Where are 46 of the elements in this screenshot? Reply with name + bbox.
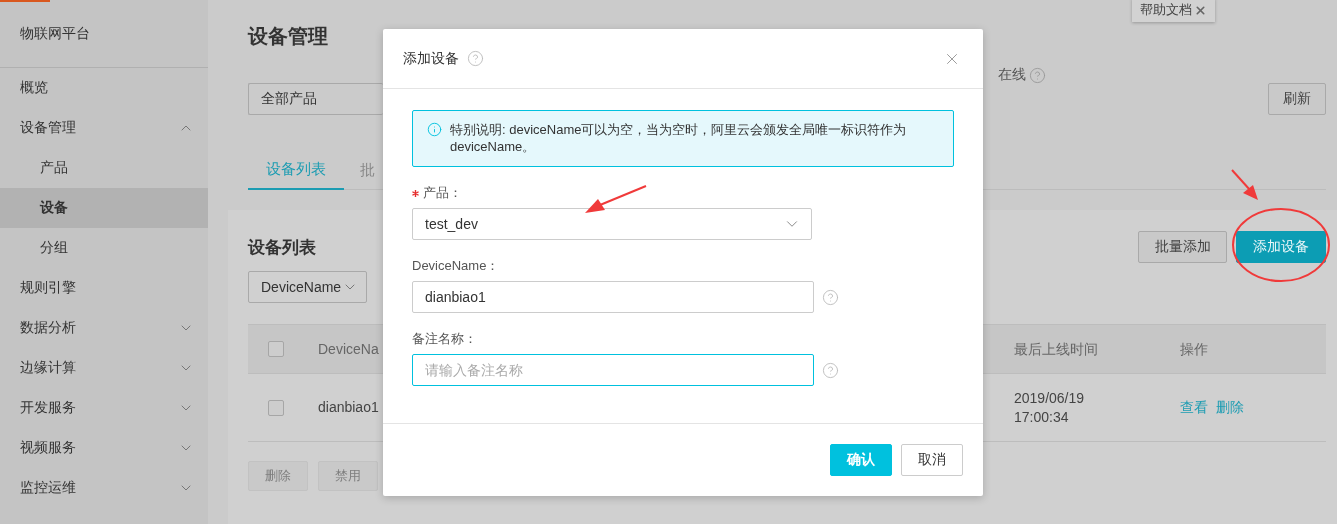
dialog-title: 添加设备 — [403, 49, 459, 68]
page-title: 设备管理 — [248, 24, 329, 49]
refresh-button[interactable]: 刷新 — [1268, 83, 1326, 115]
sidebar-item[interactable]: 分组 — [0, 228, 208, 268]
sidebar-item[interactable]: 规则引擎 — [0, 268, 208, 308]
help-icon — [822, 288, 839, 306]
field-label: DeviceName： — [412, 257, 500, 275]
top-accent-bar — [0, 0, 50, 2]
online-label: 在线 — [998, 66, 1026, 84]
notice-text: 特别说明: deviceName可以为空，当为空时，阿里云会颁发全局唯一标识符作为deviceName。 — [450, 121, 908, 155]
annotation-arrow — [585, 185, 647, 213]
batch-add-button[interactable]: 批量添加 — [1138, 231, 1227, 263]
cancel-button[interactable]: 取消 — [901, 444, 963, 476]
sidebar-item[interactable]: 监控运维 — [0, 468, 208, 508]
sidebar-item[interactable]: 数据分析 — [0, 308, 208, 348]
sidebar-title: 物联网平台 — [0, 0, 208, 68]
product-select[interactable]: 全部产品 — [248, 83, 383, 115]
input-field[interactable]: dianbiao1 — [412, 281, 814, 313]
card-title: 设备列表 — [248, 236, 317, 259]
help-icon — [467, 50, 484, 67]
checkbox[interactable] — [268, 341, 284, 357]
annotation-arrow — [1231, 169, 1258, 200]
close-icon — [1194, 3, 1207, 17]
help-tab[interactable]: 帮助文档 — [1132, 0, 1215, 22]
required-icon — [412, 189, 419, 197]
column-header: 操作 — [1180, 339, 1209, 359]
help-icon — [1029, 66, 1046, 84]
column-header: 最后上线时间 — [1014, 339, 1099, 359]
field-label: 产品： — [423, 184, 462, 202]
input-field[interactable]: 请输入备注名称 — [412, 354, 814, 386]
search-type-select[interactable]: DeviceName — [248, 271, 367, 303]
sidebar-item[interactable]: 产品 — [0, 148, 208, 188]
sidebar-item[interactable]: 开发服务 — [0, 388, 208, 428]
sidebar-item[interactable]: 设备 — [0, 188, 208, 228]
table-cell-text: 2019/06/19 17:00:34 — [1014, 388, 1086, 427]
sidebar-item[interactable]: 边缘计算 — [0, 348, 208, 388]
field-label: 备注名称： — [412, 330, 477, 348]
sidebar-item[interactable]: 设备管理 — [0, 108, 208, 148]
info-icon — [427, 122, 442, 137]
column-header: DeviceNa — [318, 339, 379, 359]
product-select[interactable]: test_dev — [412, 208, 812, 240]
table-cell: dianbiao1 — [318, 398, 379, 417]
checkbox[interactable] — [268, 399, 284, 416]
sidebar-item[interactable]: 视频服务 — [0, 428, 208, 468]
help-icon — [822, 361, 839, 379]
sidebar-item[interactable]: 概览 — [0, 68, 208, 108]
